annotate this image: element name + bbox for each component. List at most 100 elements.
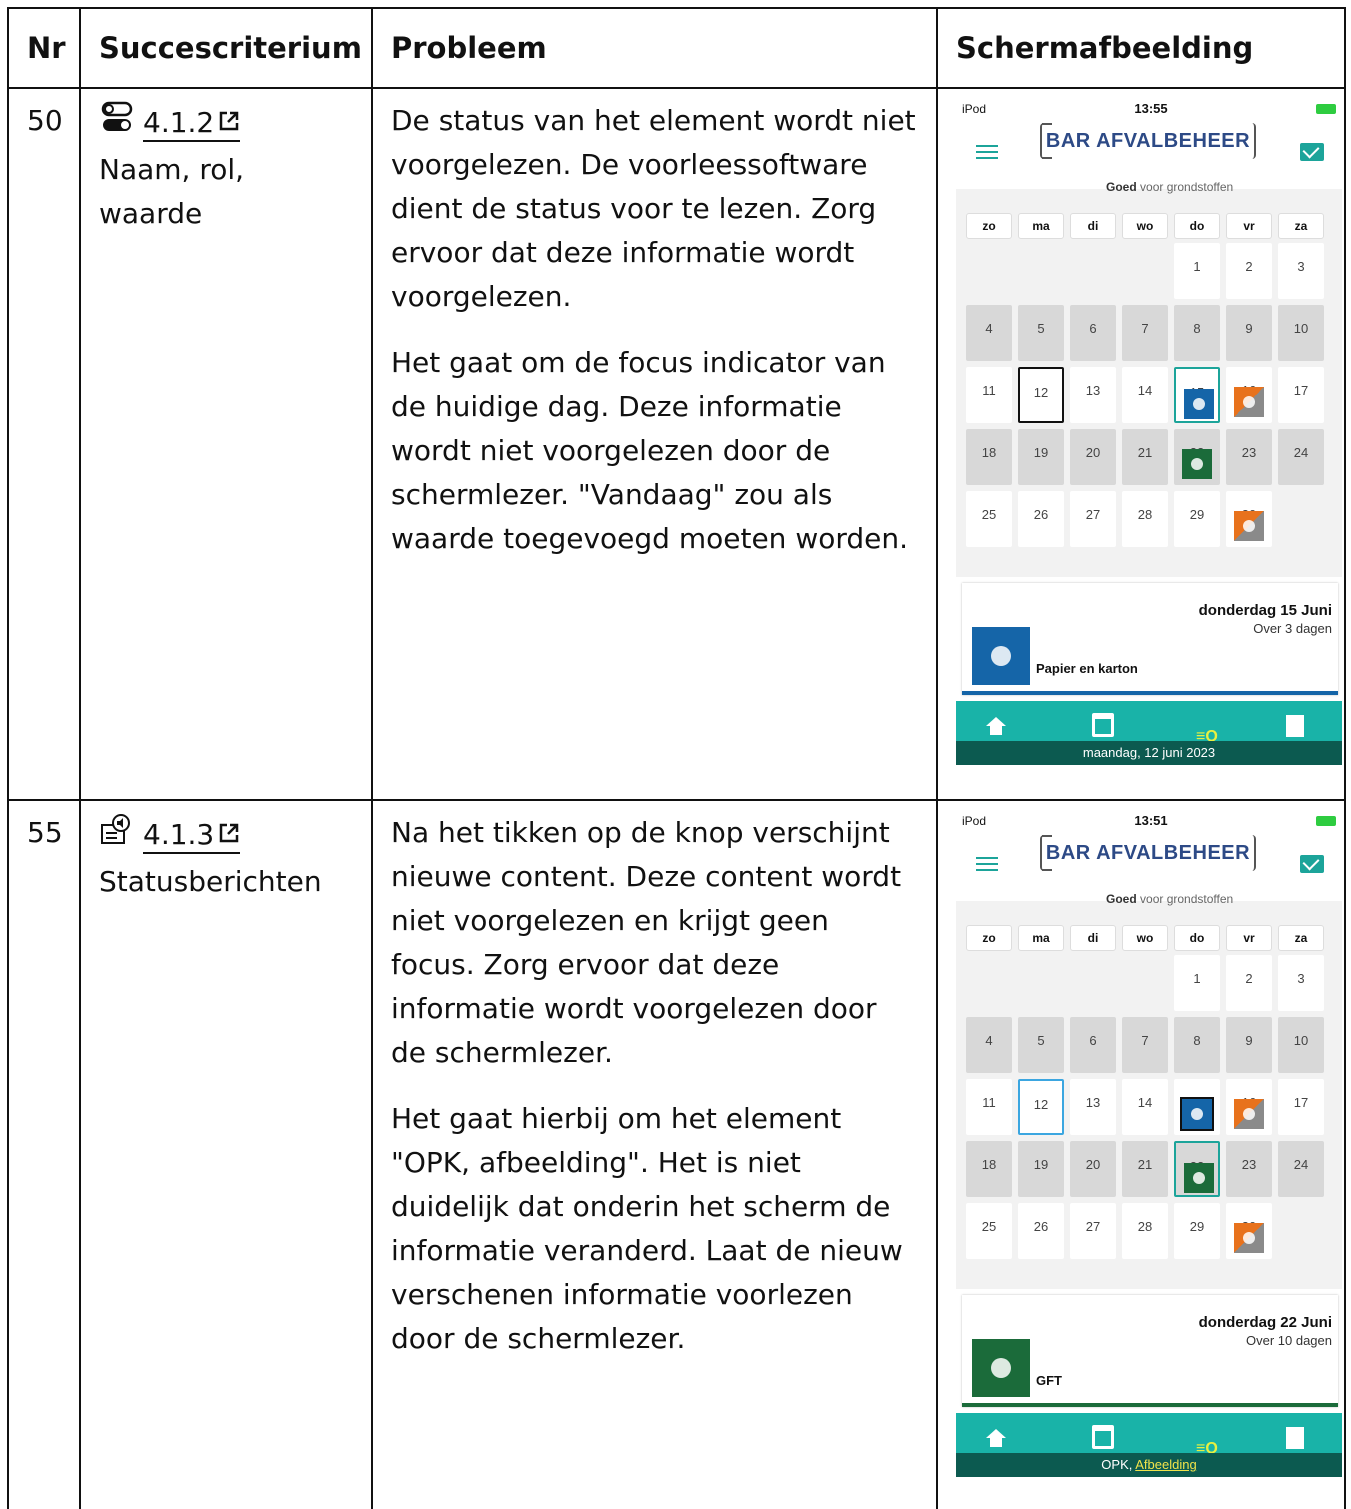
map-icon[interactable]	[1286, 715, 1304, 737]
weekday: ma	[1018, 213, 1064, 239]
calendar-day-selected[interactable]: 22	[1174, 1141, 1220, 1197]
voiceover-caption: maandag, 12 juni 2023	[956, 741, 1342, 765]
calendar-day[interactable]: 21	[1122, 1141, 1168, 1197]
problem-paragraph: Het gaat om de focus indicator van de hu…	[391, 346, 909, 555]
calendar-day[interactable]: 11	[966, 367, 1012, 423]
calendar-day[interactable]: 19	[1018, 1141, 1064, 1197]
calendar-day[interactable]: 29	[1174, 491, 1220, 547]
calendar-day[interactable]: 16	[1226, 1079, 1272, 1135]
calendar-day[interactable]: 5	[1018, 1017, 1064, 1073]
calendar-day[interactable]: 25	[966, 491, 1012, 547]
calendar-day[interactable]: 28	[1122, 491, 1168, 547]
calendar-day[interactable]: 30	[1226, 1203, 1272, 1259]
calendar-day[interactable]: 9	[1226, 305, 1272, 361]
calendar-day[interactable]: 3	[1278, 243, 1324, 299]
menu-icon[interactable]	[976, 141, 998, 163]
calendar-day[interactable]: 3	[1278, 955, 1324, 1011]
calendar-day[interactable]: 29	[1174, 1203, 1220, 1259]
search-list-icon[interactable]: ≡Q	[1196, 715, 1226, 745]
problem-cell: De status van het element wordt niet voo…	[371, 87, 938, 801]
calendar-day[interactable]: 19	[1018, 429, 1064, 485]
calendar-day[interactable]: 7	[1122, 305, 1168, 361]
weekday: vr	[1226, 925, 1272, 951]
mail-icon[interactable]	[1300, 855, 1324, 873]
criterion-link[interactable]: 4.1.2	[143, 106, 241, 142]
home-icon[interactable]	[986, 717, 1006, 737]
criterion-cell: 4.1.2 Naam, rol, waarde	[79, 87, 373, 801]
calendar-day-today[interactable]: 12	[1018, 367, 1064, 423]
calendar-day[interactable]: 11	[966, 1079, 1012, 1135]
calendar-icon[interactable]	[1092, 713, 1114, 737]
calendar-day[interactable]: 24	[1278, 429, 1324, 485]
calendar-day[interactable]: 18	[966, 1141, 1012, 1197]
pickup-relative: Over 10 dagen	[1245, 1333, 1332, 1348]
criterion-name: Naam, rol, waarde	[99, 153, 245, 230]
battery-icon	[1316, 104, 1336, 114]
table-row: 50 4.1.2 Naam, rol, waarde De status van…	[7, 87, 1346, 801]
calendar-day[interactable]: 13	[1070, 367, 1116, 423]
calendar-day[interactable]: 26	[1018, 491, 1064, 547]
weekday: za	[1278, 213, 1324, 239]
accessibility-findings-table: Nr Succescriterium Probleem Schermafbeel…	[7, 7, 1346, 1509]
status-bar: iPod 13:51	[956, 811, 1342, 831]
calendar-day[interactable]: 24	[1278, 1141, 1324, 1197]
calendar-day[interactable]: 4	[966, 305, 1012, 361]
calendar-day[interactable]: 21	[1122, 429, 1168, 485]
calendar-day[interactable]: 22	[1174, 429, 1220, 485]
calendar-day[interactable]: 14	[1122, 367, 1168, 423]
calendar-day[interactable]: 25	[966, 1203, 1012, 1259]
calendar-day[interactable]: 2	[1226, 243, 1272, 299]
calendar-day[interactable]: 4	[966, 1017, 1012, 1073]
calendar-day[interactable]: 6	[1070, 1017, 1116, 1073]
weekday: za	[1278, 925, 1324, 951]
calendar-day[interactable]: 1	[1174, 955, 1220, 1011]
calendar-day[interactable]: 17	[1278, 1079, 1324, 1135]
calendar-day[interactable]: 14	[1122, 1079, 1168, 1135]
calendar-day[interactable]: 13	[1070, 1079, 1116, 1135]
calendar-day[interactable]: 27	[1070, 1203, 1116, 1259]
calendar-day[interactable]: 15	[1174, 1079, 1220, 1135]
opk-icon	[1234, 387, 1264, 417]
calendar-day[interactable]: 23	[1226, 429, 1272, 485]
calendar-day[interactable]: 8	[1174, 305, 1220, 361]
gft-icon	[1182, 449, 1212, 479]
search-list-icon[interactable]: ≡Q	[1196, 1427, 1226, 1457]
calendar-day[interactable]: 6	[1070, 305, 1116, 361]
calendar-day[interactable]: 30	[1226, 491, 1272, 547]
calendar-day-today[interactable]: 12	[1018, 1079, 1064, 1135]
calendar-day[interactable]: 5	[1018, 305, 1064, 361]
row-number: 50	[7, 87, 81, 801]
criterion-link[interactable]: 4.1.3	[143, 818, 241, 854]
home-icon[interactable]	[986, 1429, 1006, 1449]
table-row: 55 4.1.3 Statusberichten Na het tikken o…	[7, 799, 1346, 1509]
calendar-day[interactable]: 26	[1018, 1203, 1064, 1259]
problem-paragraph: De status van het element wordt niet voo…	[391, 104, 916, 313]
calendar-day[interactable]: 9	[1226, 1017, 1272, 1073]
calendar-day[interactable]: 27	[1070, 491, 1116, 547]
weekday: vr	[1226, 213, 1272, 239]
map-icon[interactable]	[1286, 1427, 1304, 1449]
calendar-day-selected[interactable]: 15	[1174, 367, 1220, 423]
calendar-day[interactable]: 2	[1226, 955, 1272, 1011]
problem-cell: Na het tikken op de knop verschijnt nieu…	[371, 799, 938, 1509]
calendar-day[interactable]: 23	[1226, 1141, 1272, 1197]
calendar-day[interactable]: 17	[1278, 367, 1324, 423]
weekday: di	[1070, 925, 1116, 951]
calendar-day[interactable]: 10	[1278, 1017, 1324, 1073]
calendar-icon[interactable]	[1092, 1425, 1114, 1449]
weekday: do	[1174, 213, 1220, 239]
pickup-info-card: donderdag 15 Juni Over 3 dagen Papier en…	[962, 583, 1338, 695]
calendar: zo ma di wo do vr za 1 2 3 4 5 6 7 8 9 1…	[956, 189, 1342, 577]
weekday: di	[1070, 213, 1116, 239]
calendar-day[interactable]: 8	[1174, 1017, 1220, 1073]
calendar-day[interactable]: 28	[1122, 1203, 1168, 1259]
calendar-day[interactable]: 18	[966, 429, 1012, 485]
calendar-day[interactable]: 7	[1122, 1017, 1168, 1073]
mail-icon[interactable]	[1300, 143, 1324, 161]
calendar-day[interactable]: 20	[1070, 1141, 1116, 1197]
menu-icon[interactable]	[976, 853, 998, 875]
calendar-day[interactable]: 10	[1278, 305, 1324, 361]
calendar-day[interactable]: 20	[1070, 429, 1116, 485]
calendar-day[interactable]: 16	[1226, 367, 1272, 423]
calendar-day[interactable]: 1	[1174, 243, 1220, 299]
